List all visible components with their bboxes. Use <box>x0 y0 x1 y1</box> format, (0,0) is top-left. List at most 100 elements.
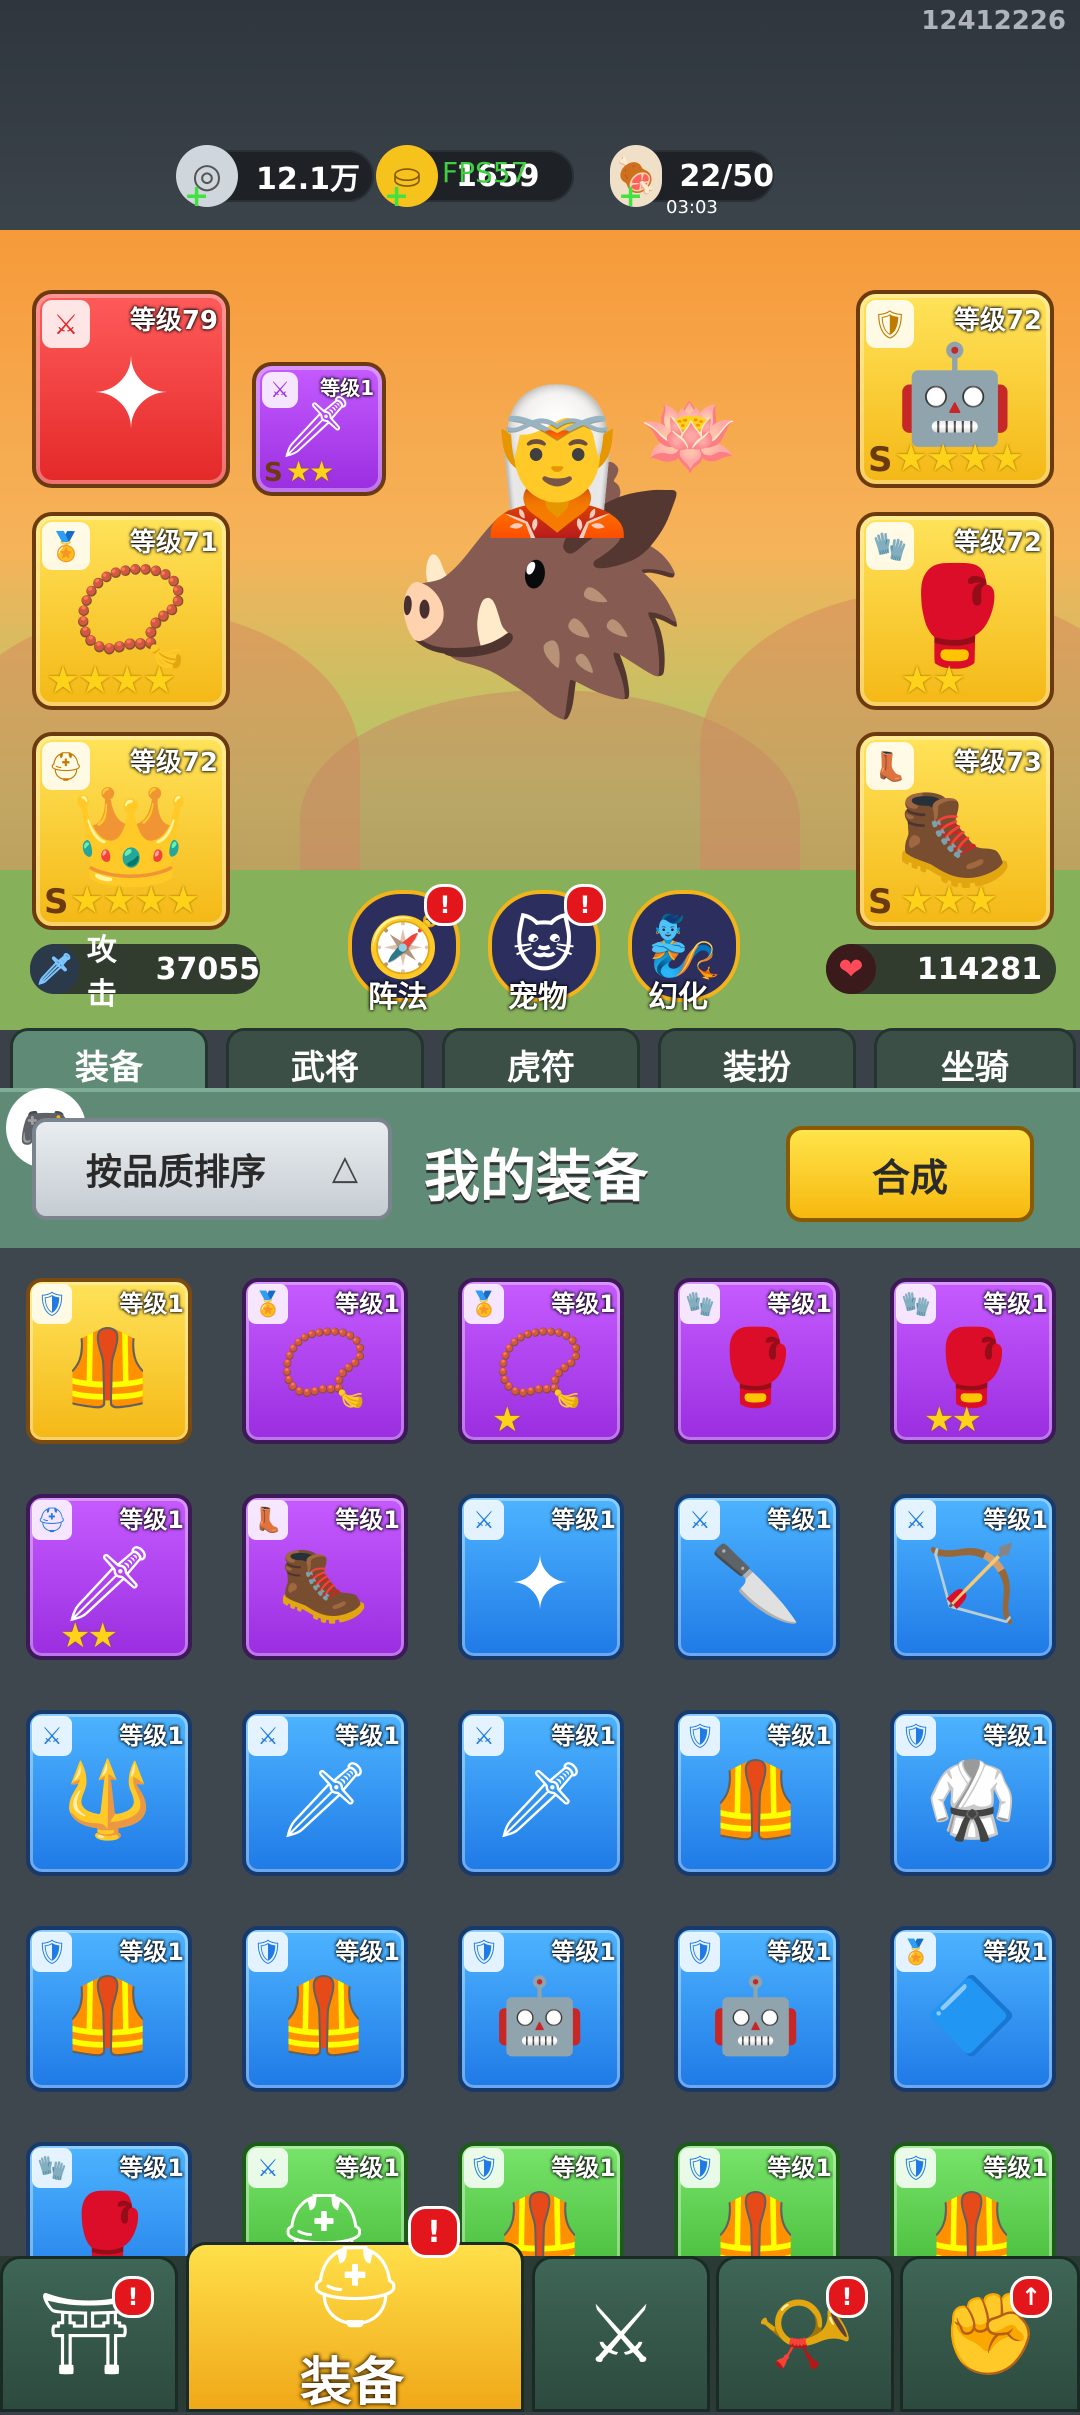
pet-label: 宠物 <box>508 980 568 1015</box>
inventory-item[interactable]: 🛡 等级1 🦺 <box>242 1926 408 2092</box>
stamina-timer: 03:03 <box>666 197 718 218</box>
inventory-item[interactable]: 🧤 等级1 🥊 <box>674 1278 840 1444</box>
gold-resource[interactable]: ⛀ 1659 + FPS57 <box>376 145 574 214</box>
slot-helmet[interactable]: ⛑ 等级72 👑 S ★★★★ <box>32 732 230 930</box>
inventory-item[interactable]: ⚔ 等级1 🏹 <box>890 1494 1056 1660</box>
hp-value: 114281 <box>916 951 1042 987</box>
mech-armor-icon: 🤖 <box>493 1973 587 2059</box>
slot-level: 等级73 <box>953 748 1042 778</box>
add-silver-icon[interactable]: + <box>184 179 209 214</box>
sort-by-quality-button[interactable]: 按品质排序 △ <box>32 1118 392 1220</box>
tab-tiger-tally[interactable]: 虎符 <box>442 1028 640 1097</box>
slot-bracer[interactable]: 🧤 等级72 🥊 ★★ <box>856 512 1054 710</box>
bracer-item-icon: 🥊 <box>61 2189 155 2258</box>
silver-resource[interactable]: ◎ 12.1万 + <box>176 145 374 214</box>
helmet-icon: ⛑ <box>304 2240 406 2333</box>
star-rating: ★★ <box>286 455 334 488</box>
inventory-item[interactable]: 🛡 等级1 🦺 <box>890 2142 1056 2258</box>
account-id: 12412226 <box>921 6 1066 36</box>
lotus-icon: 🪷 <box>640 390 740 483</box>
nav-gate[interactable]: ⛩ <box>0 2256 178 2412</box>
inventory-item[interactable]: 🧤 等级1 🥊 ★★ <box>890 1278 1056 1444</box>
slot-level: 等级72 <box>953 528 1042 558</box>
transform-label: 幻化 <box>648 980 708 1015</box>
silver-value: 12.1万 <box>256 162 361 197</box>
crown-helmet-icon: 👑 <box>71 780 191 892</box>
star-rating: ★★★ <box>900 878 998 922</box>
red-armor-icon: 🦺 <box>277 1973 371 2059</box>
item-level: 等级1 <box>767 2154 832 2182</box>
inventory-item[interactable]: ⚔ 等级1 ✦ <box>458 1494 624 1660</box>
bracer-item-icon: 🥊 <box>895 560 1015 672</box>
robe-icon: 🥋 <box>925 1757 1019 1843</box>
inventory-item[interactable]: 🛡 等级1 🦺 <box>458 2142 624 2258</box>
slot-armor[interactable]: 🛡 等级72 🤖 S ★★★★ <box>856 290 1054 488</box>
item-level: 等级1 <box>983 1722 1048 1750</box>
panel-title: 我的装备 <box>424 1145 648 1210</box>
item-level: 等级1 <box>551 1506 616 1534</box>
bronze-armor-icon: 🦺 <box>709 1757 803 1843</box>
item-level: 等级1 <box>335 1722 400 1750</box>
ice-dagger-icon: 🗡 <box>277 392 355 462</box>
inventory-item[interactable]: ⚔ 等级1 🗡 <box>242 1710 408 1876</box>
inventory-item[interactable]: 🏅 等级1 📿 ★ <box>458 1278 624 1444</box>
dragon-gun-icon: 🔱 <box>61 1757 155 1843</box>
inventory-item[interactable]: 👢 等级1 🥾 <box>242 1494 408 1660</box>
add-gold-icon[interactable]: + <box>384 179 409 214</box>
nav-battle[interactable]: ⚔ <box>532 2256 710 2412</box>
inventory-item[interactable]: 🏅 等级1 🔷 <box>890 1926 1056 2092</box>
star-rating: ★★ <box>900 658 966 702</box>
slot-level: 等级79 <box>129 306 218 336</box>
alert-badge: ! <box>564 884 606 926</box>
star-rating: ★★ <box>60 1616 118 1656</box>
bottom-nav: ⛩ ! ⛑ ! ⚔ 📯 ! ✊ ↑ <box>0 2206 1080 2412</box>
inventory-item[interactable]: 🛡 等级1 🦺 <box>26 1926 192 2092</box>
inventory-item[interactable]: 🛡 等级1 🥋 <box>890 1710 1056 1876</box>
formation-label: 阵法 <box>368 980 428 1015</box>
tab-generals[interactable]: 武将 <box>226 1028 424 1097</box>
inventory-item[interactable]: 🏅 等级1 📿 <box>242 1278 408 1444</box>
slot-medal[interactable]: 🏅 等级71 📿 ★★★★ <box>32 512 230 710</box>
inventory-item[interactable]: 🛡 等级1 🤖 <box>458 1926 624 2092</box>
alert-badge: ! <box>112 2276 154 2318</box>
alert-badge: ! <box>424 884 466 926</box>
inventory-item[interactable]: ⚔ 等级1 🔪 <box>674 1494 840 1660</box>
tab-equipment[interactable]: 装备 <box>10 1028 208 1097</box>
inventory-item[interactable]: 🛡 等级1 🦺 <box>674 2142 840 2258</box>
tab-bar: 装备 武将 ! 虎符 装扮 坐骑 ! <box>0 1018 1080 2066</box>
inventory-item[interactable]: 🛡 等级1 🤖 <box>674 1926 840 2092</box>
stamina-resource[interactable]: 🍖 22/50 + 03:03 <box>610 145 774 218</box>
scimitar-icon: 🔪 <box>709 1541 803 1627</box>
inventory-item[interactable]: ⚔ 等级1 🗡 <box>458 1710 624 1876</box>
inventory-item[interactable]: 🧤 等级1 🥊 <box>26 2142 192 2258</box>
crossbow-icon: 🏹 <box>925 1541 1019 1627</box>
sword-icon: 🗡 <box>30 944 79 994</box>
tab-mount[interactable]: 坐骑 <box>874 1028 1076 1097</box>
item-level: 等级1 <box>119 2154 184 2182</box>
item-level: 等级1 <box>551 1938 616 1966</box>
bracer-item-icon: 🥊 <box>709 1325 803 1411</box>
tab-label: 武将 <box>291 1047 359 1088</box>
inventory-item[interactable]: ⚔ 等级1 🔱 <box>26 1710 192 1876</box>
inventory-item[interactable]: 🛡 等级1 🦺 <box>26 1278 192 1444</box>
rank-label: S <box>264 458 283 488</box>
item-level: 等级1 <box>119 1506 184 1534</box>
inventory-item[interactable]: ⛑ 等级1 🗡 ★★ <box>26 1494 192 1660</box>
slot-accessory[interactable]: ⚔ 等级1 🗡 S ★★ <box>252 362 386 496</box>
star-rating: ★★★★ <box>894 436 1024 480</box>
shuriken-icon: ✦ <box>90 338 172 450</box>
red-armor-icon: 🦺 <box>709 2189 803 2258</box>
star-rating: ★★ <box>924 1400 982 1440</box>
star-rating: ★★★★ <box>46 658 176 702</box>
tab-label: 虎符 <box>507 1047 575 1088</box>
slot-weapon[interactable]: ⚔ 等级79 ✦ <box>32 290 230 488</box>
amulet-icon: 📿 <box>71 560 191 672</box>
item-level: 等级1 <box>983 1290 1048 1318</box>
slot-boots[interactable]: 👢 等级73 🥾 S ★★★ <box>856 732 1054 930</box>
tab-outfit[interactable]: 装扮 <box>658 1028 856 1097</box>
nav-upgrade[interactable]: ✊ <box>900 2256 1080 2412</box>
nav-horn[interactable]: 📯 <box>716 2256 894 2412</box>
synthesize-button[interactable]: 合成 <box>786 1126 1034 1222</box>
inventory-item[interactable]: 🛡 等级1 🦺 <box>674 1710 840 1876</box>
add-stamina-icon[interactable]: + <box>618 179 643 214</box>
